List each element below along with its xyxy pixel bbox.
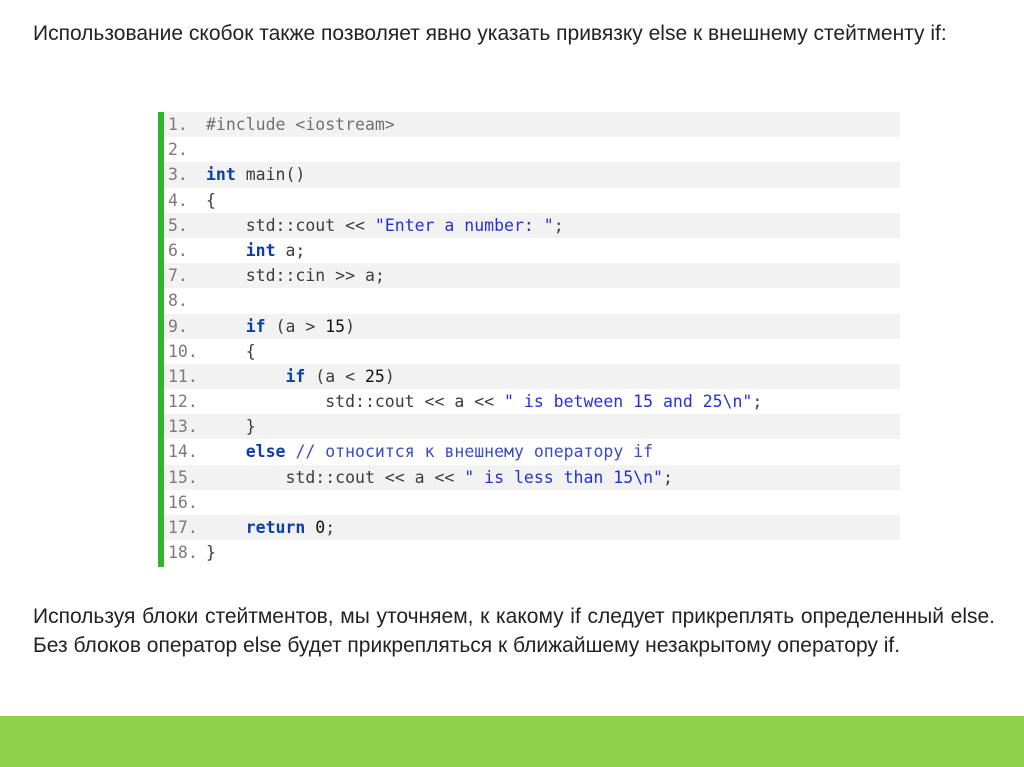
code-line: 16. (164, 489, 900, 515)
code-string: " is less than 15\n" (464, 467, 663, 487)
code-line: 13. } (164, 414, 900, 440)
code-line: 6. int a; (164, 237, 900, 264)
code-keyword: if (285, 366, 306, 386)
code-token: std::cout << a << (206, 467, 465, 487)
code-line: 5. std::cout << "Enter a number: "; (164, 212, 900, 238)
line-number: 18. (168, 543, 198, 563)
code-token: std::cin >> a; (206, 266, 385, 286)
code-line: 17. return 0; (164, 515, 900, 541)
code-token: ) (384, 366, 395, 386)
code-line: 1. #include <iostream> (164, 112, 900, 138)
line-number: 5. (168, 215, 188, 235)
code-token: (a > (265, 316, 326, 336)
code-line: 7. std::cin >> a; (164, 263, 900, 289)
code-keyword: else (245, 442, 286, 462)
code-line: 12. std::cout << a << " is between 15 an… (164, 389, 900, 415)
code-token: std::cout << a << (206, 392, 505, 412)
code-line: 11. if (a < 25) (164, 363, 900, 390)
code-listing: 1. #include <iostream> 2. 3. int main() 4. {5.… (158, 112, 900, 567)
code-token: 25 (364, 366, 385, 386)
code-line: 8. (164, 288, 900, 314)
code-token: main() (235, 165, 306, 185)
code-token: 15 (325, 316, 346, 336)
code-token: ; (752, 392, 763, 412)
code-comment: // относится к внешнему оператору if (295, 442, 654, 462)
code-token: { (206, 190, 216, 210)
code-token: { (206, 341, 256, 361)
code-token: a; (275, 240, 306, 260)
line-number: 8. (168, 291, 188, 311)
line-number: 13. (168, 417, 198, 437)
line-number: 15. (168, 467, 198, 487)
code-line: 15. std::cout << a << " is less than 15\… (164, 464, 900, 490)
line-number: 16. (168, 492, 198, 512)
line-number: 7. (168, 266, 188, 286)
code-line: 9. if (a > 15) (164, 313, 900, 339)
code-line: 3. int main() (164, 162, 900, 188)
code-string: " is between 15 and 25\n" (504, 392, 753, 412)
code-preprocessor: #include <iostream> (206, 115, 395, 134)
line-number: 2. (168, 140, 188, 160)
code-keyword: if (245, 316, 266, 336)
footer-bar (0, 716, 1024, 767)
line-number: 4. (168, 190, 188, 210)
code-token: std::cout << (206, 215, 375, 235)
code-keyword: return (245, 518, 306, 537)
line-number: 3. (168, 165, 188, 185)
line-number: 9. (168, 316, 188, 336)
code-line: 10. { (164, 338, 900, 364)
code-line: 4. { (164, 187, 900, 213)
code-token: ; (553, 215, 564, 235)
intro-paragraph: Использование скобок также позволяет явн… (33, 22, 947, 45)
code-token: 0 (315, 518, 326, 537)
code-line: 2. (164, 137, 900, 163)
code-line: 14. else // относится к внешнему операто… (164, 439, 900, 465)
code-token: ) (345, 316, 356, 336)
code-token: (a < (305, 366, 365, 386)
code-keyword: int (245, 240, 276, 260)
code-token: ; (662, 467, 673, 487)
line-number: 17. (168, 518, 198, 537)
code-token: } (206, 417, 256, 437)
line-number: 12. (168, 392, 198, 412)
summary-paragraph: Используя блоки стейтментов, мы уточняем… (33, 605, 995, 657)
code-token: } (206, 543, 216, 563)
line-number: 14. (168, 442, 198, 462)
line-number: 10. (168, 341, 198, 361)
code-line: 18.} (164, 540, 900, 566)
code-string: "Enter a number: " (374, 215, 554, 235)
line-number: 11. (168, 366, 198, 386)
code-keyword: int (206, 165, 236, 185)
code-token: ; (325, 518, 336, 537)
line-number: 1. (168, 115, 188, 134)
line-number: 6. (168, 240, 188, 260)
